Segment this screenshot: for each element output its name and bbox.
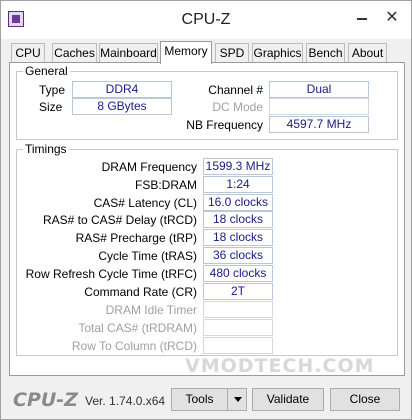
nb-frequency-value: 4597.7 MHz	[269, 116, 369, 133]
timings-group-title: Timings	[23, 142, 69, 156]
timing-value-cas-latency: 16.0 clocks	[203, 194, 273, 211]
dc-mode-label: DC Mode	[212, 100, 263, 114]
minimize-button[interactable]	[351, 9, 373, 27]
timing-label-row-to-column: Row To Column (tRCD)	[71, 339, 197, 353]
size-label: Size	[39, 100, 63, 114]
tab-about[interactable]: About	[348, 43, 387, 63]
chevron-down-icon[interactable]	[234, 397, 242, 402]
timing-label-command-rate: Command Rate (CR)	[84, 285, 197, 299]
cpuz-window: CPU-Z ✕ CPU Caches Mainboard Memory SPD …	[0, 0, 412, 420]
close-button[interactable]: Close	[330, 388, 400, 411]
timing-label-total-cas: Total CAS# (tRDRAM)	[78, 321, 197, 335]
timing-value-dram-frequency: 1599.3 MHz	[203, 158, 273, 175]
timing-label-dram-frequency: DRAM Frequency	[101, 160, 197, 174]
watermark: VMODTECH.COM	[185, 355, 375, 377]
size-value: 8 GBytes	[72, 98, 172, 115]
cpuz-brand-logo: CPU-Z	[13, 389, 78, 411]
memory-tab-panel: General Type DDR4 Size 8 GBytes Channel …	[9, 62, 405, 376]
timing-label-trfc: Row Refresh Cycle Time (tRFC)	[25, 267, 197, 281]
window-close-button[interactable]: ✕	[381, 9, 403, 27]
dc-mode-value	[269, 98, 369, 115]
tab-caches[interactable]: Caches	[52, 43, 97, 63]
timing-label-tras: Cycle Time (tRAS)	[98, 249, 197, 263]
timing-label-trp: RAS# Precharge (tRP)	[75, 231, 197, 245]
timing-value-row-to-column	[203, 337, 273, 354]
tab-graphics[interactable]: Graphics	[252, 43, 303, 63]
close-icon: ✕	[385, 9, 399, 26]
tab-cpu[interactable]: CPU	[11, 43, 45, 63]
nb-frequency-label: NB Frequency	[186, 118, 263, 132]
timing-value-trcd: 18 clocks	[203, 211, 273, 228]
general-group-title: General	[23, 64, 70, 78]
tab-memory[interactable]: Memory	[160, 41, 212, 64]
timing-value-command-rate: 2T	[203, 283, 273, 300]
timing-value-tras: 36 clocks	[203, 247, 273, 264]
type-value: DDR4	[72, 81, 172, 98]
timing-label-cas-latency: CAS# Latency (CL)	[93, 196, 197, 210]
timing-value-trp: 18 clocks	[203, 229, 273, 246]
timing-value-trfc: 480 clocks	[203, 265, 273, 282]
tab-mainboard[interactable]: Mainboard	[99, 43, 158, 63]
timings-group: Timings DRAM Frequency 1599.3 MHz FSB:DR…	[16, 142, 398, 356]
timing-label-fsb-dram: FSB:DRAM	[134, 178, 197, 192]
timing-value-fsb-dram: 1:24	[203, 176, 273, 193]
tools-button-label: Tools	[185, 392, 214, 406]
tab-spd[interactable]: SPD	[215, 43, 249, 63]
timing-label-idle-timer: DRAM Idle Timer	[105, 303, 197, 317]
timing-value-idle-timer	[203, 301, 273, 318]
minimize-icon	[357, 18, 367, 20]
tools-button-divider	[227, 389, 228, 410]
window-title: CPU-Z	[181, 11, 231, 28]
timing-label-trcd: RAS# to CAS# Delay (tRCD)	[42, 213, 197, 227]
validate-button[interactable]: Validate	[252, 388, 324, 411]
tab-bench[interactable]: Bench	[306, 43, 345, 63]
version-text: Ver. 1.74.0.x64	[85, 394, 166, 408]
channel-label: Channel #	[208, 83, 263, 97]
title-bar[interactable]: CPU-Z ✕	[1, 1, 411, 39]
general-group: General Type DDR4 Size 8 GBytes Channel …	[16, 64, 398, 140]
channel-value: Dual	[269, 81, 369, 98]
tools-button[interactable]: Tools	[171, 388, 247, 411]
timing-value-total-cas	[203, 319, 273, 336]
type-label: Type	[39, 83, 66, 97]
